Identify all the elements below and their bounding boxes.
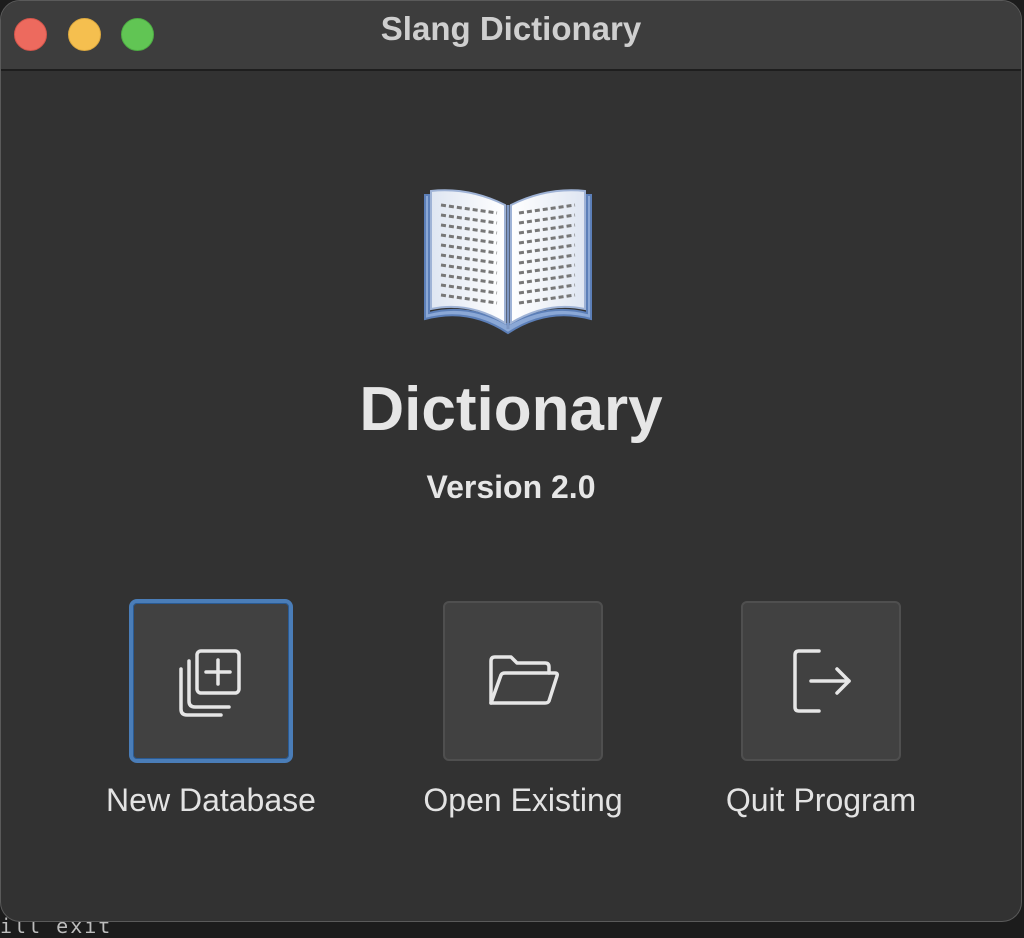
new-database-button[interactable]: New Database: [51, 598, 371, 838]
new-database-icon: [179, 649, 241, 717]
quit-program-button[interactable]: Quit Program: [661, 598, 981, 838]
folder-open-icon: [489, 655, 559, 705]
open-book-icon: [424, 189, 592, 335]
quit-program-label: Quit Program: [725, 782, 917, 818]
title-bar[interactable]: Slang Dictionary: [1, 1, 1021, 71]
app-version-label: Version 2.0: [426, 469, 596, 505]
app-name-heading: Dictionary: [359, 375, 663, 444]
quit-program-tile[interactable]: [741, 601, 901, 761]
window-title: Slang Dictionary: [380, 10, 642, 47]
open-existing-tile[interactable]: [443, 601, 603, 761]
app-window: Slang Dictionary Dictionary Version 2.0 …: [0, 0, 1022, 922]
new-database-label: New Database: [106, 782, 316, 818]
open-existing-label: Open Existing: [423, 782, 623, 818]
open-existing-button[interactable]: Open Existing: [363, 598, 683, 838]
exit-icon: [793, 649, 851, 713]
new-database-tile[interactable]: [129, 599, 293, 763]
